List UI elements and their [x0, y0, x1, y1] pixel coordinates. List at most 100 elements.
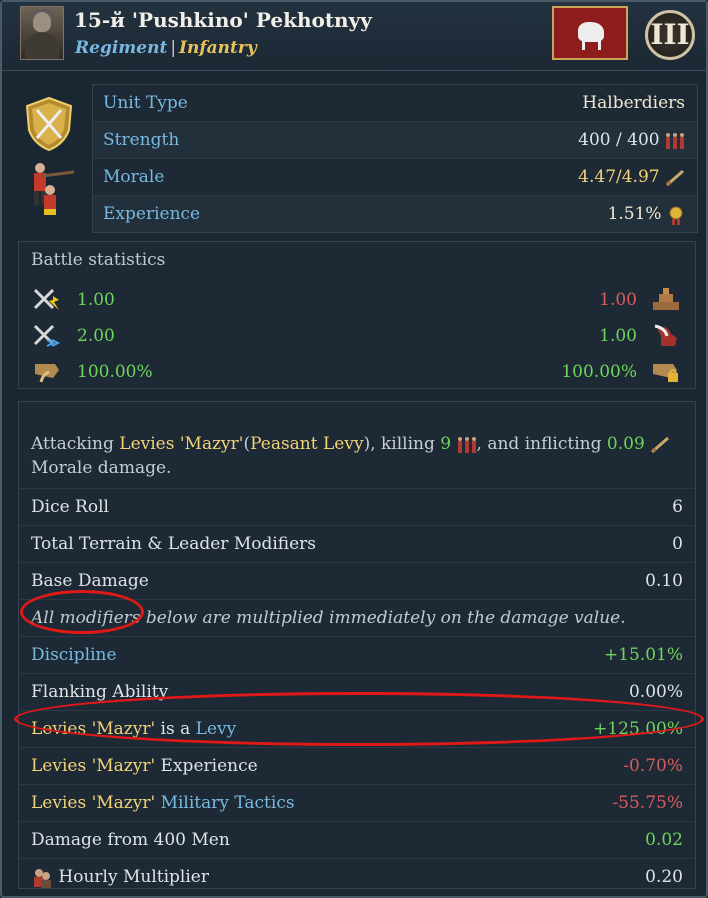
info-value: 400 / 400: [578, 130, 660, 150]
attack-summary-text: Attacking: [31, 434, 120, 454]
military-tactics-link[interactable]: Military Tactics: [161, 793, 295, 813]
tooltip-header: 15-й 'Pushkino' Pekhotnyy Regiment | Infan…: [2, 2, 706, 71]
modifier-row: Flanking Ability 0.00%: [19, 673, 695, 710]
men-icon: [666, 132, 684, 149]
modifier-value: -55.75%: [612, 793, 683, 813]
battle-row: 1.00 1.00: [19, 282, 695, 318]
modifier-row: Damage from 400 Men 0.02: [19, 821, 695, 858]
shock-attack-value: 2.00: [77, 326, 115, 346]
target-name[interactable]: Levies 'Mazyr': [31, 719, 155, 739]
morale-damage-value: 0.09: [606, 434, 645, 454]
men-icon: [457, 436, 476, 453]
maneuver-icon: [654, 324, 677, 346]
reserve-icon: [653, 364, 678, 382]
modifier-value: 0.02: [645, 830, 683, 850]
maneuver-value: 1.00: [599, 326, 637, 346]
unit-category: Infantry: [179, 38, 257, 58]
battle-row: 2.00 1.00: [19, 318, 695, 354]
battle-row: 100.00% 100.00%: [19, 354, 695, 390]
modifier-label: Levies 'Mazyr' Military Tactics: [31, 785, 295, 821]
modifier-note-row: All modifiers below are multiplied immed…: [19, 599, 695, 636]
modifier-label: Levies 'Mazyr' Experience: [31, 748, 258, 784]
modifier-value: 0.10: [645, 571, 683, 591]
modifier-label-wrap: Hourly Multiplier: [31, 859, 209, 895]
modifier-value: +125.00%: [593, 719, 683, 739]
unit-type-link[interactable]: Regiment: [75, 38, 167, 58]
attack-summary: Attacking Levies 'Mazyr'(Peasant Levy), …: [31, 432, 681, 480]
modifier-row: Discipline +15.01%: [19, 636, 695, 673]
fortification-icon: [653, 288, 679, 310]
unit-subtitle: Regiment | Infantry: [75, 38, 257, 58]
modifier-row: Dice Roll 6: [19, 488, 695, 525]
modifier-label: Base Damage: [31, 571, 149, 591]
unit-info-table: Unit Type Halberdiers Strength 400 / 400…: [92, 84, 698, 233]
modifier-row: Base Damage 0.10: [19, 562, 695, 599]
levy-link[interactable]: Levy: [196, 719, 237, 739]
modifier-value: 0: [672, 534, 683, 554]
info-row-strength: Strength 400 / 400: [93, 122, 697, 159]
kills-value: 9: [440, 434, 452, 454]
rank-badge: III: [645, 10, 695, 60]
fire-attack-icon: [33, 288, 59, 310]
target-name[interactable]: Levies 'Mazyr': [31, 793, 155, 813]
modifier-label: Hourly Multiplier: [58, 867, 209, 887]
unit-name: 15-й 'Pushkino' Pekhotnyy: [74, 8, 372, 32]
info-label[interactable]: Unit Type: [103, 85, 188, 121]
modifier-label: Flanking Ability: [31, 682, 169, 702]
fortification-value: 1.00: [599, 290, 637, 310]
recovery-value: 100.00%: [77, 362, 153, 382]
reserve-value: 100.00%: [561, 362, 637, 382]
unit-type-shield-icon: [25, 96, 73, 152]
attack-summary-text: , killing: [370, 434, 441, 454]
info-value: 1.51%: [607, 204, 662, 224]
info-value-wrap: 4.47/4.97: [578, 159, 685, 195]
morale-icon: [651, 436, 670, 453]
modifier-label-link[interactable]: Discipline: [31, 637, 117, 673]
commander-portrait: [20, 6, 64, 60]
medal-icon: [669, 206, 683, 225]
modifier-value: +15.01%: [603, 645, 683, 665]
attack-summary-text: Morale damage.: [31, 458, 172, 478]
modifier-row: Levies 'Mazyr' is a Levy +125.00%: [19, 710, 695, 747]
modifier-row: Levies 'Mazyr' Military Tactics -55.75%: [19, 784, 695, 821]
modifier-value: 0.20: [645, 867, 683, 887]
fire-attack-value: 1.00: [77, 290, 115, 310]
info-label[interactable]: Strength: [103, 122, 179, 158]
info-label[interactable]: Experience: [103, 196, 200, 232]
target-type[interactable]: Peasant Levy: [250, 434, 363, 454]
modifier-value: 6: [672, 497, 683, 517]
unit-tooltip: 15-й 'Pushkino' Pekhotnyy Regiment | Infan…: [0, 0, 708, 898]
info-value: 4.47/4.97: [578, 167, 660, 187]
modifier-row: Hourly Multiplier 0.20: [19, 858, 695, 895]
modifier-label: Dice Roll: [31, 497, 109, 517]
info-label[interactable]: Morale: [103, 159, 164, 195]
modifier-note: All modifiers below are multiplied immed…: [31, 608, 626, 628]
battle-statistics-panel: Battle statistics 1.00 1.00 2.00 1.00 10…: [18, 241, 696, 389]
attack-summary-text: , and inflicting: [476, 434, 607, 454]
info-value-wrap: 1.51%: [608, 196, 685, 232]
modifier-row: Levies 'Mazyr' Experience -0.70%: [19, 747, 695, 784]
modifier-value: 0.00%: [628, 682, 683, 702]
target-name[interactable]: Levies 'Mazyr': [31, 756, 155, 776]
attack-breakdown-panel: Attacking Levies 'Mazyr'(Peasant Levy), …: [18, 401, 696, 889]
battle-statistics-heading: Battle statistics: [31, 250, 166, 270]
modifier-label-text: is a: [155, 719, 196, 739]
musketeers-icon: [34, 163, 75, 215]
modifier-label: Total Terrain & Leader Modifiers: [31, 534, 317, 554]
modifier-label: Levies 'Mazyr' is a Levy: [31, 711, 236, 747]
modifier-list: Dice Roll 6 Total Terrain & Leader Modif…: [19, 488, 695, 895]
info-row-unit-type: Unit Type Halberdiers: [93, 85, 697, 122]
info-value: Halberdiers: [582, 93, 685, 113]
modifier-row: Total Terrain & Leader Modifiers 0: [19, 525, 695, 562]
modifier-value: -0.70%: [623, 756, 683, 776]
shock-attack-icon: [33, 324, 61, 347]
recovery-icon: [35, 364, 59, 383]
info-value-wrap: 400 / 400: [578, 122, 685, 158]
subtitle-separator: |: [170, 38, 177, 58]
info-row-morale: Morale 4.47/4.97: [93, 159, 697, 196]
target-name[interactable]: Levies 'Mazyr': [119, 434, 243, 454]
modifier-label: Damage from 400 Men: [31, 830, 230, 850]
hourly-multiplier-icon: [34, 868, 51, 888]
info-row-experience: Experience 1.51%: [93, 196, 697, 232]
country-flag-icon[interactable]: [552, 6, 628, 60]
